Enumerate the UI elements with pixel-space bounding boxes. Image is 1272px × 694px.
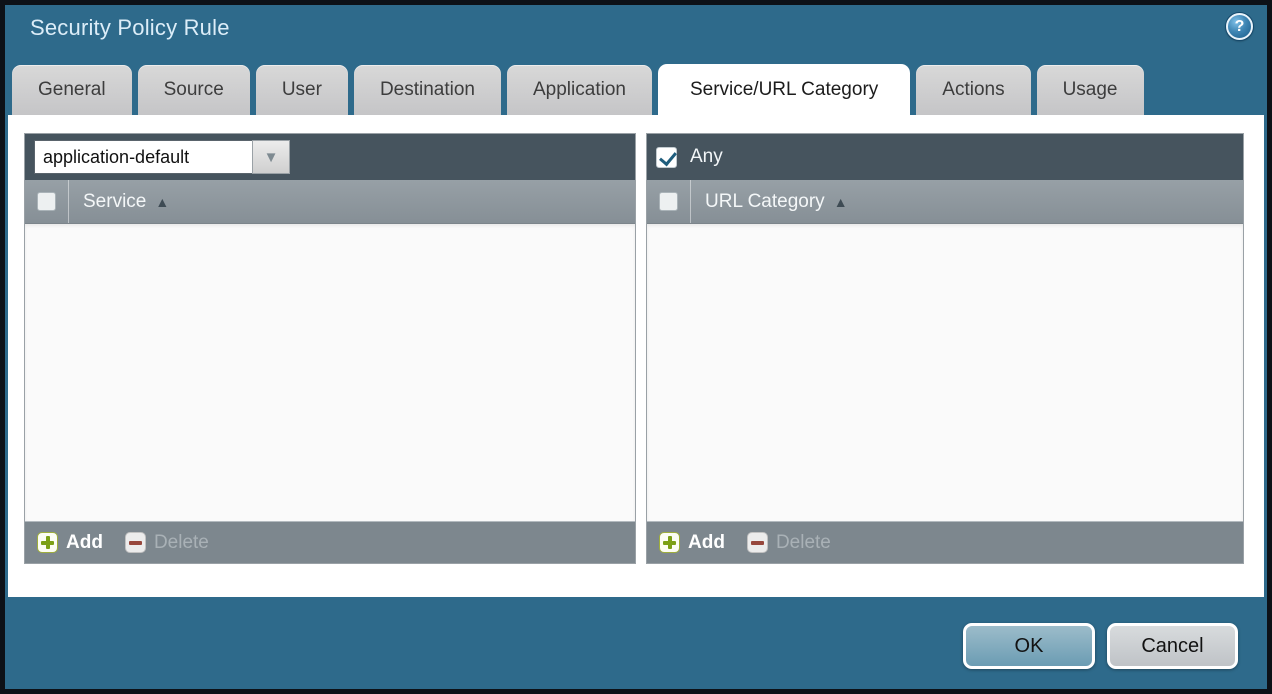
tab-usage[interactable]: Usage [1037, 65, 1144, 115]
dialog-title: Security Policy Rule [30, 15, 230, 41]
sort-asc-icon: ▲ [834, 194, 848, 210]
url-category-column-label: URL Category [705, 191, 825, 213]
service-grid-footer: Add Delete [25, 521, 635, 563]
security-policy-rule-dialog: Security Policy Rule ? General Source Us… [0, 0, 1272, 694]
help-icon[interactable]: ? [1226, 13, 1253, 40]
delete-button-label: Delete [154, 532, 209, 554]
tab-actions[interactable]: Actions [916, 65, 1030, 115]
service-type-dropdown-trigger[interactable]: ▼ [252, 140, 290, 174]
url-category-select-all-checkbox[interactable] [659, 192, 678, 211]
add-button-label: Add [66, 532, 103, 554]
sort-asc-icon: ▲ [155, 194, 169, 210]
minus-icon [125, 532, 146, 553]
plus-icon [659, 532, 680, 553]
url-category-grid-body[interactable] [647, 224, 1243, 521]
url-category-column-header[interactable]: URL Category ▲ [705, 191, 848, 213]
service-select-all-cell [25, 180, 69, 223]
service-grid-header: Service ▲ [25, 180, 635, 224]
tab-user[interactable]: User [256, 65, 348, 115]
service-type-input[interactable] [34, 140, 252, 174]
service-select-all-checkbox[interactable] [37, 192, 56, 211]
tab-destination[interactable]: Destination [354, 65, 501, 115]
tab-panel-service-url-category: ▼ Service ▲ Add [8, 115, 1264, 597]
tab-service-url-category[interactable]: Service/URL Category [658, 64, 910, 115]
url-category-toolbar: Any [647, 134, 1243, 180]
minus-icon [747, 532, 768, 553]
any-checkbox-label: Any [690, 146, 723, 168]
url-category-panel: Any URL Category ▲ Add Delete [646, 133, 1244, 564]
tab-application[interactable]: Application [507, 65, 652, 115]
add-button-label: Add [688, 532, 725, 554]
service-grid-body[interactable] [25, 224, 635, 521]
delete-button-label: Delete [776, 532, 831, 554]
service-type-combobox: ▼ [34, 140, 290, 174]
ok-button[interactable]: OK [963, 623, 1095, 669]
service-panel: ▼ Service ▲ Add [24, 133, 636, 564]
service-add-button[interactable]: Add [37, 532, 103, 554]
service-delete-button[interactable]: Delete [125, 532, 209, 554]
tab-bar: General Source User Destination Applicat… [12, 64, 1144, 115]
chevron-down-icon: ▼ [264, 149, 279, 166]
plus-icon [37, 532, 58, 553]
any-checkbox[interactable] [656, 147, 677, 168]
tab-source[interactable]: Source [138, 65, 250, 115]
url-category-grid-footer: Add Delete [647, 521, 1243, 563]
url-category-select-all-cell [647, 180, 691, 223]
service-toolbar: ▼ [25, 134, 635, 180]
tab-general[interactable]: General [12, 65, 132, 115]
url-category-delete-button[interactable]: Delete [747, 532, 831, 554]
url-category-grid-header: URL Category ▲ [647, 180, 1243, 224]
url-category-add-button[interactable]: Add [659, 532, 725, 554]
service-column-label: Service [83, 191, 146, 213]
service-column-header[interactable]: Service ▲ [83, 191, 169, 213]
cancel-button[interactable]: Cancel [1107, 623, 1238, 669]
